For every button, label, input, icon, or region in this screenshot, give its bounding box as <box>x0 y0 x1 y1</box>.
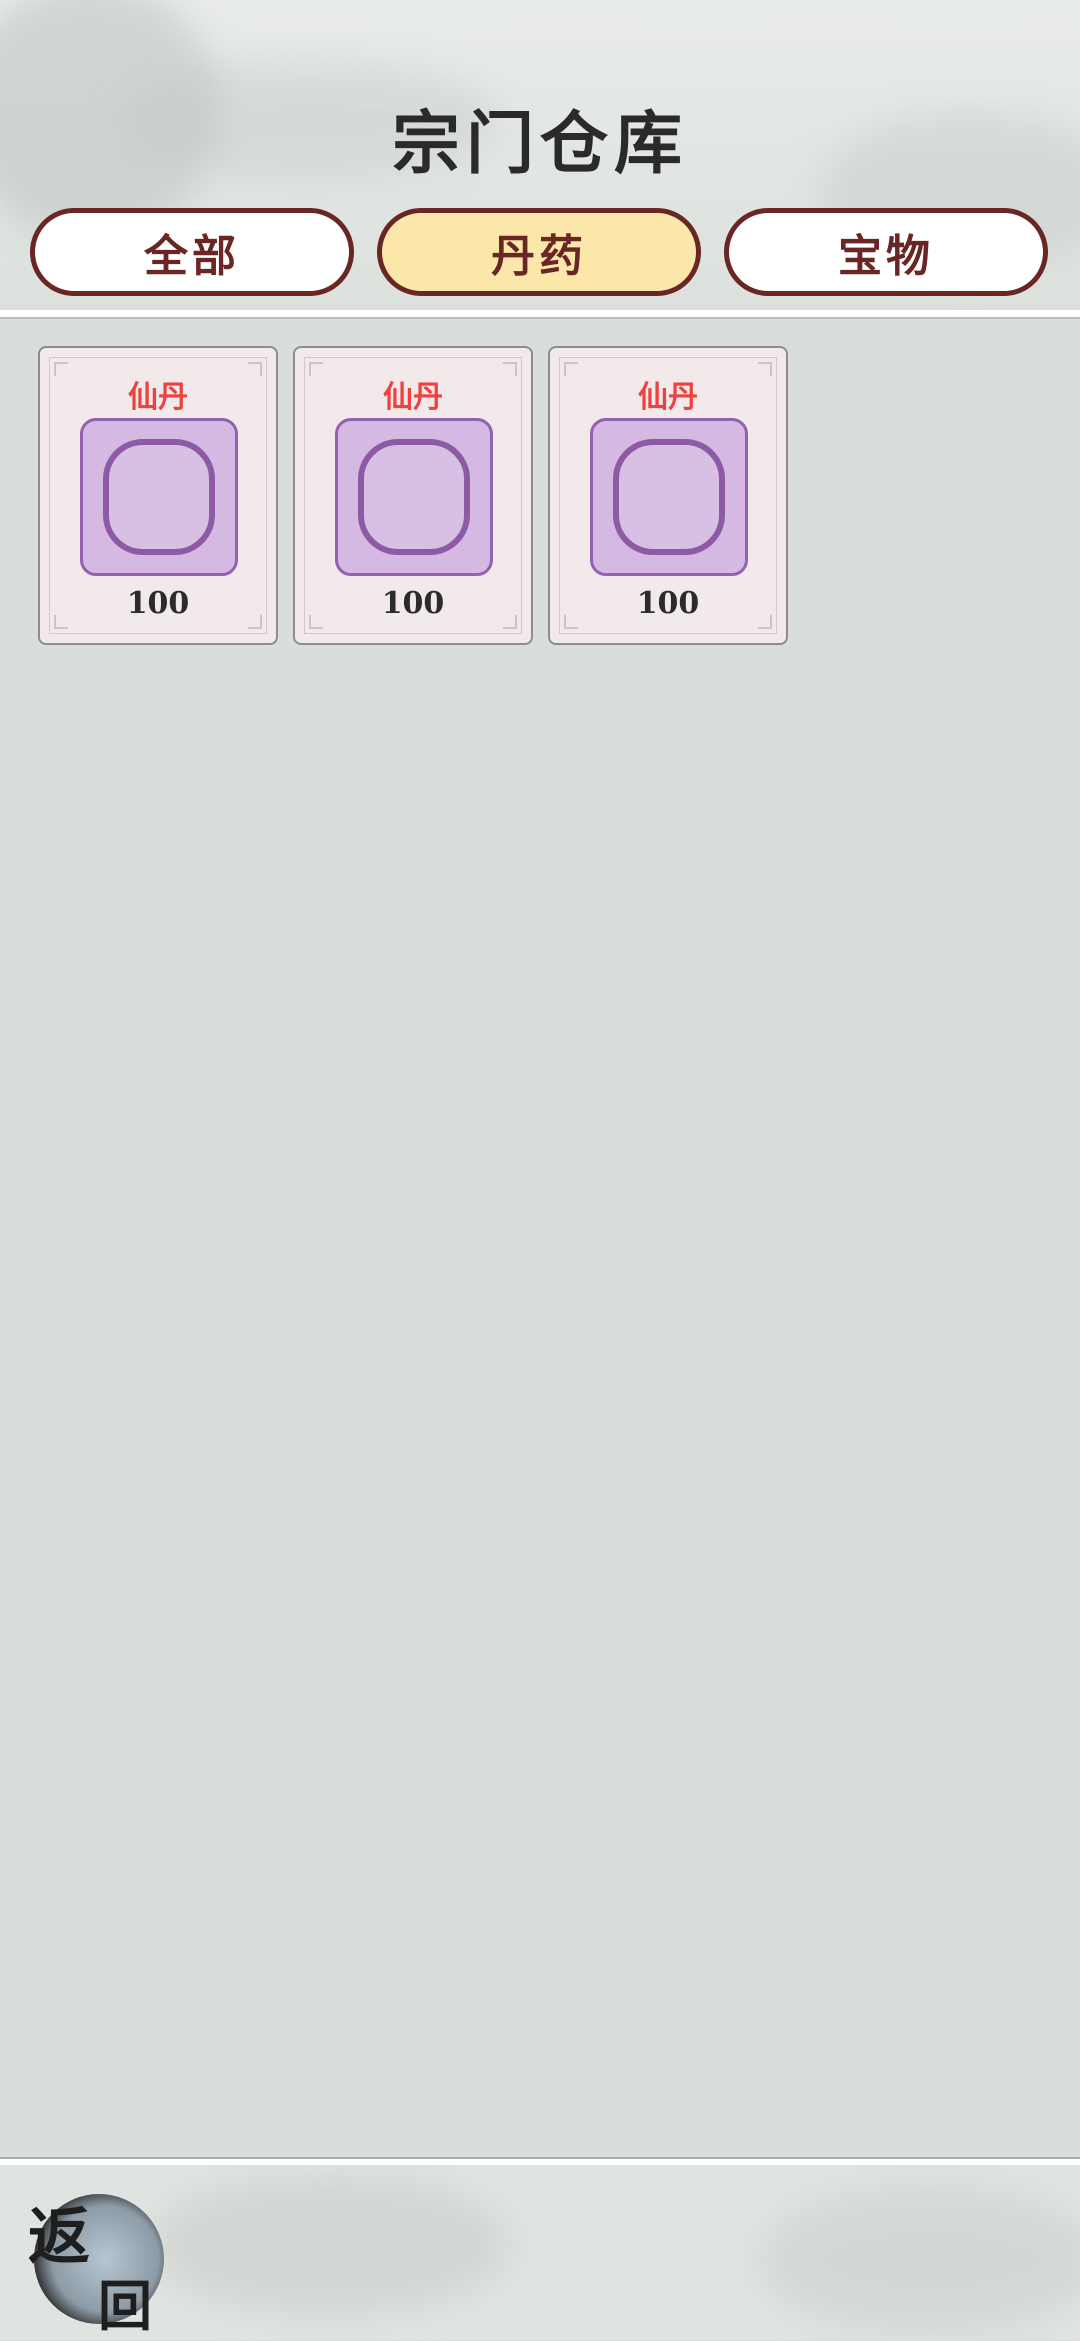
item-name: 仙丹 <box>638 380 698 415</box>
tab-label: 丹药 <box>491 231 587 282</box>
item-card[interactable]: 仙丹 100 <box>38 346 278 645</box>
pill-icon <box>80 418 238 576</box>
back-label-2: 回 <box>98 2274 152 2338</box>
tab-all[interactable]: 全部 <box>30 208 354 296</box>
item-count: 100 <box>126 586 190 621</box>
pill-icon <box>590 418 748 576</box>
page-title: 宗门仓库 <box>391 105 688 184</box>
back-button[interactable]: 返 回 <box>20 2182 170 2338</box>
mountain-mist <box>150 2175 510 2315</box>
item-card[interactable]: 仙丹 100 <box>548 346 788 645</box>
back-label-1: 返 <box>28 2200 91 2273</box>
item-count: 100 <box>636 586 700 621</box>
tab-treasures[interactable]: 宝物 <box>724 208 1048 296</box>
tab-label: 宝物 <box>838 231 934 282</box>
item-name: 仙丹 <box>383 380 443 415</box>
tab-label: 全部 <box>144 231 240 282</box>
tab-pills[interactable]: 丹药 <box>377 208 701 296</box>
header-divider <box>0 310 1080 319</box>
header: 宗门仓库 全部 丹药 宝物 <box>0 0 1080 310</box>
pill-icon <box>335 418 493 576</box>
item-card[interactable]: 仙丹 100 <box>293 346 533 645</box>
footer-divider <box>0 2157 1080 2165</box>
item-count: 100 <box>381 586 445 621</box>
item-name: 仙丹 <box>128 380 188 415</box>
mountain-mist <box>760 2185 1080 2335</box>
